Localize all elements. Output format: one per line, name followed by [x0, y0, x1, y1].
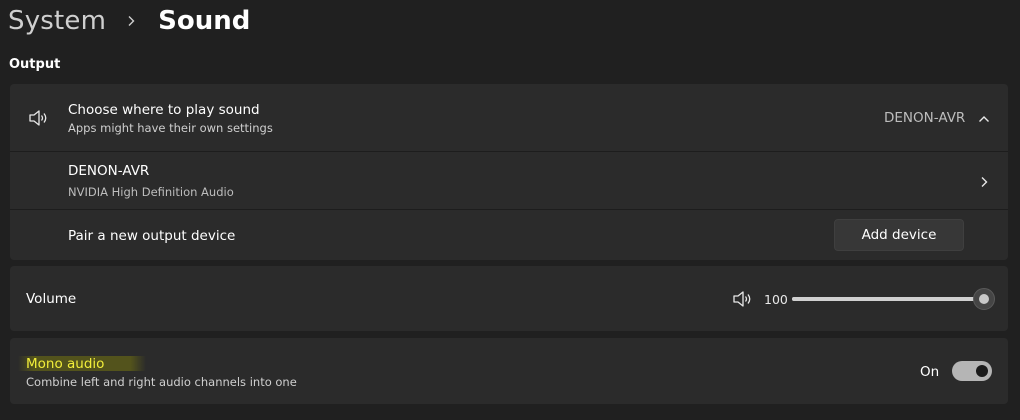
divider: [10, 209, 1008, 210]
volume-label: Volume: [26, 291, 77, 307]
mono-audio-subtitle: Combine left and right audio channels in…: [26, 375, 297, 389]
mono-audio-card: [10, 338, 1008, 404]
chevron-right-icon[interactable]: [977, 174, 991, 188]
output-device-row[interactable]: [10, 152, 1008, 209]
breadcrumb: System Sound: [8, 2, 250, 40]
mono-audio-toggle[interactable]: [952, 361, 992, 381]
volume-slider-thumb-dot: [979, 294, 989, 304]
mono-audio-state: On: [920, 364, 940, 380]
volume-slider-thumb[interactable]: [973, 288, 995, 310]
volume-value: 100: [764, 292, 788, 307]
toggle-knob: [976, 365, 988, 377]
mono-audio-title: Mono audio: [26, 356, 105, 372]
choose-output-title: Choose where to play sound: [68, 102, 260, 118]
volume-slider-fill: [792, 297, 984, 301]
device-name: DENON-AVR: [68, 163, 150, 179]
chevron-up-icon[interactable]: [977, 111, 991, 125]
choose-output-subtitle: Apps might have their own settings: [68, 121, 273, 135]
selected-output-device: DENON-AVR: [884, 110, 966, 126]
section-title-output: Output: [9, 57, 61, 72]
pair-device-label: Pair a new output device: [68, 228, 236, 244]
add-device-button[interactable]: Add device: [834, 219, 964, 251]
chevron-right-icon: [118, 8, 144, 34]
speaker-icon[interactable]: [732, 289, 754, 309]
page-title: Sound: [158, 6, 251, 36]
speaker-icon: [27, 107, 49, 129]
device-driver: NVIDIA High Definition Audio: [68, 185, 234, 199]
breadcrumb-system-link[interactable]: System: [8, 6, 106, 36]
